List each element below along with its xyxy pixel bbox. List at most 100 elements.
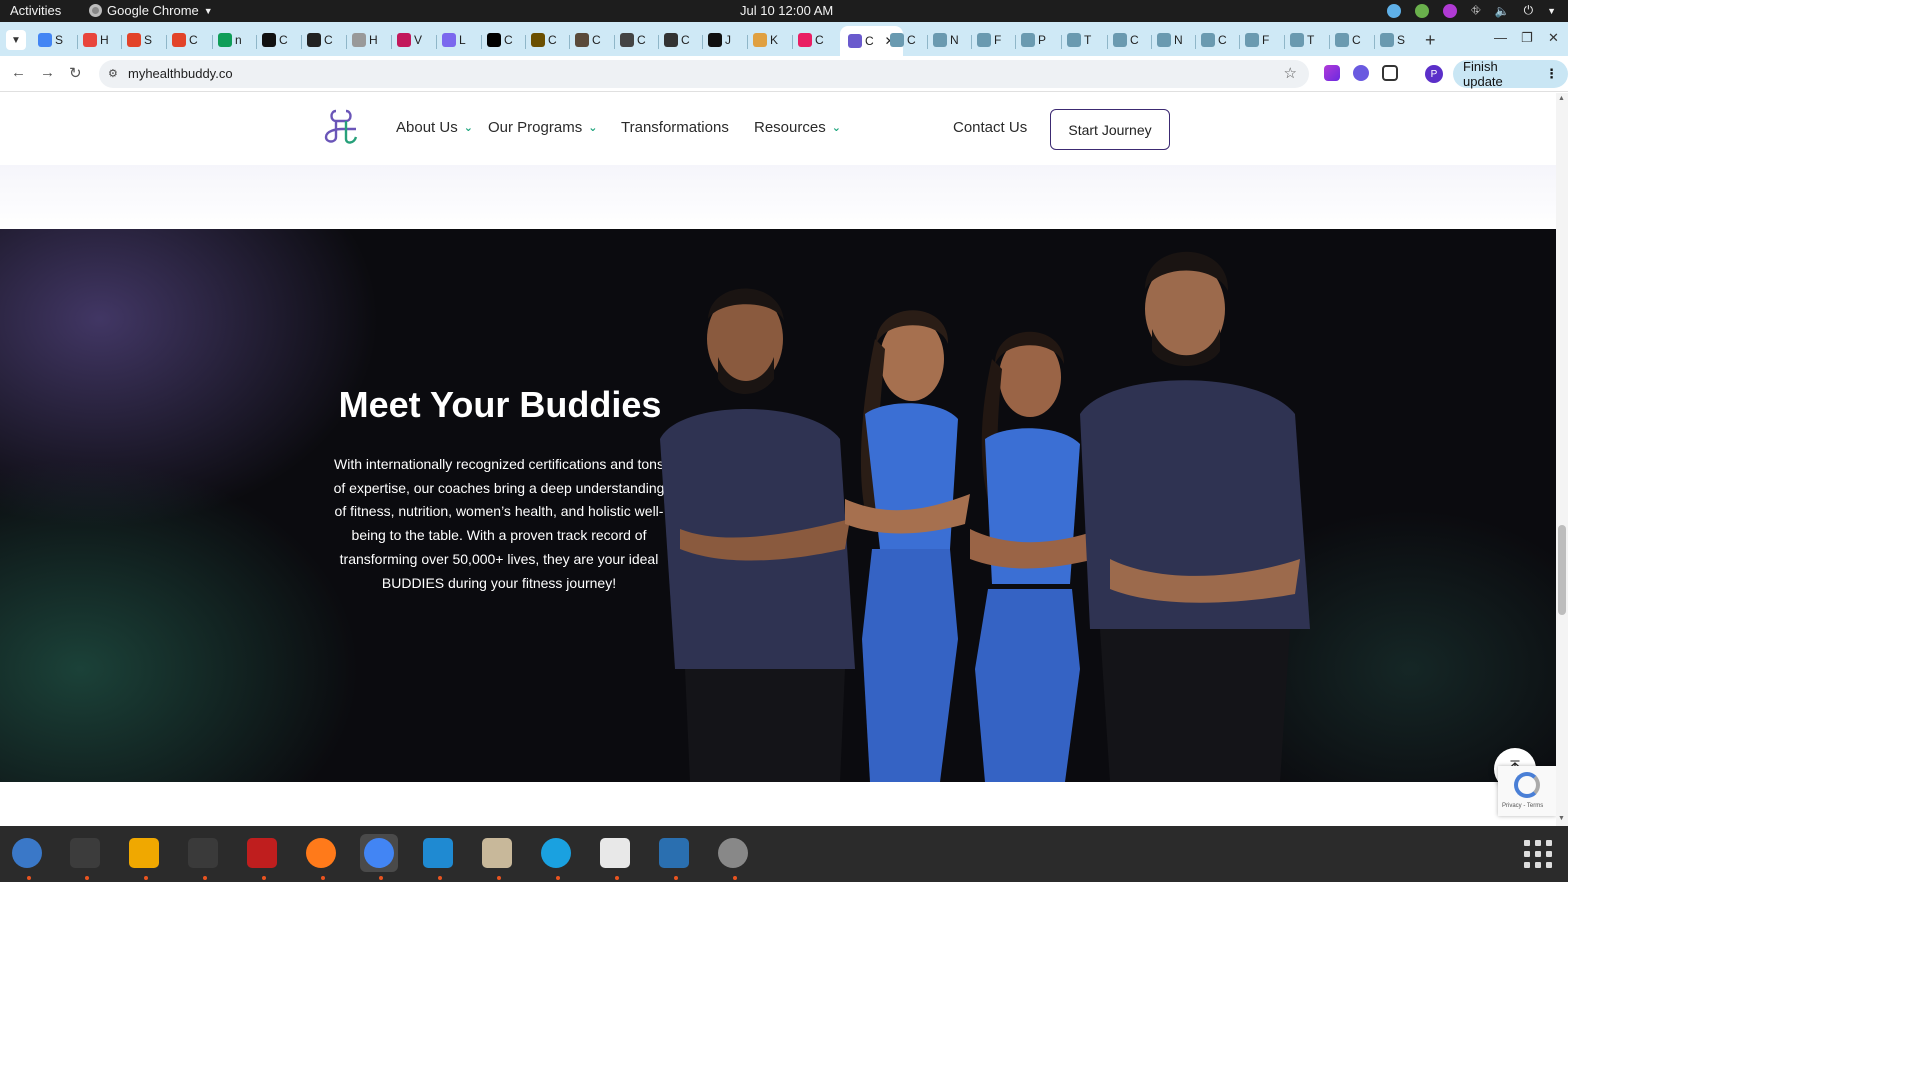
system-top-bar: Activities Google Chrome ▼ Jul 10 12:00 … (0, 0, 1568, 22)
tab-favicon-icon (397, 33, 411, 47)
browser-tab[interactable]: V (397, 28, 422, 52)
sync-icon[interactable] (1387, 3, 1402, 18)
browser-tab[interactable]: C (1201, 28, 1227, 52)
scroll-up-arrow[interactable]: ▲ (1558, 95, 1565, 102)
activities-button[interactable]: Activities (10, 3, 61, 18)
dock-thunderbird[interactable] (8, 834, 46, 872)
browser-tab[interactable]: C (172, 28, 198, 52)
chevron-down-icon[interactable]: ▼ (1547, 6, 1556, 16)
scrollbar-thumb[interactable] (1558, 525, 1566, 615)
maximize-button[interactable]: ❐ (1521, 30, 1533, 46)
browser-tab[interactable]: F (1245, 28, 1269, 52)
new-tab-button[interactable]: + (1425, 30, 1436, 51)
dock-terminal[interactable] (66, 834, 104, 872)
close-window-button[interactable]: ✕ (1548, 30, 1559, 46)
bookmark-star-icon[interactable]: ☆ (1284, 64, 1297, 82)
browser-tab[interactable]: L (442, 28, 466, 52)
tab-favicon-icon (1067, 33, 1081, 47)
forward-button[interactable]: → (40, 64, 55, 81)
tab-favicon-icon (977, 33, 991, 47)
nav-transformations[interactable]: Transformations (621, 119, 729, 136)
site-info-icon[interactable]: ⚙ (108, 67, 118, 80)
tab-separator (525, 35, 526, 49)
start-journey-button[interactable]: Start Journey (1050, 109, 1170, 150)
browser-tab[interactable]: K (753, 28, 778, 52)
browser-tab[interactable]: C (890, 28, 916, 52)
browser-tab[interactable]: H (352, 28, 378, 52)
system-tray[interactable]: ⛗ 🔈 ⏻ ▼ (1387, 3, 1556, 18)
tab-search-button[interactable]: ▼ (6, 30, 26, 50)
page-scrollbar[interactable]: ▲ ▼ (1556, 93, 1568, 826)
dock-files[interactable] (478, 834, 516, 872)
browser-tab[interactable]: C (262, 28, 288, 52)
app-menu[interactable]: Google Chrome ▼ (89, 3, 213, 18)
browser-tab[interactable]: C (798, 28, 824, 52)
browser-tab[interactable]: C (531, 28, 557, 52)
browser-tab[interactable]: T (1067, 28, 1091, 52)
editor-icon (600, 838, 630, 868)
address-bar[interactable]: ⚙ myhealthbuddy.co ☆ (99, 60, 1309, 88)
browser-tab[interactable]: T (1290, 28, 1314, 52)
url-text[interactable]: myhealthbuddy.co (128, 66, 233, 81)
nav-resources[interactable]: Resources ⌄ (754, 119, 841, 136)
reload-button[interactable]: ↻ (69, 64, 82, 82)
browser-tab[interactable]: C (1335, 28, 1361, 52)
nav-about[interactable]: About Us ⌄ (396, 119, 473, 136)
recaptcha-links[interactable]: Privacy - Terms (1502, 803, 1543, 809)
puzzle-extensions-icon[interactable] (1382, 65, 1398, 81)
scroll-down-arrow[interactable]: ▼ (1558, 815, 1565, 822)
show-apps-button[interactable] (1524, 840, 1552, 868)
pen-extension-icon[interactable] (1324, 65, 1340, 81)
check-icon[interactable] (1415, 3, 1430, 18)
recaptcha-badge[interactable]: Privacy - Terms (1498, 766, 1556, 816)
back-button[interactable]: ← (11, 64, 26, 81)
myhealthbuddy-logo[interactable] (320, 107, 362, 145)
firefox-icon (306, 838, 336, 868)
browser-tab[interactable]: P (1021, 28, 1046, 52)
browser-tab[interactable]: C (575, 28, 601, 52)
browser-tab[interactable]: C (1113, 28, 1139, 52)
browser-tab[interactable]: S (1380, 28, 1405, 52)
network-icon[interactable]: ⛗ (1471, 3, 1481, 18)
browser-tab[interactable]: C (620, 28, 646, 52)
dock-chrome[interactable] (360, 834, 398, 872)
dock-system-monitor[interactable] (184, 834, 222, 872)
browser-tab[interactable]: N (933, 28, 959, 52)
nav-resources-label: Resources (754, 119, 826, 136)
tab-favicon-icon (1335, 33, 1349, 47)
dock-calculator[interactable] (125, 834, 163, 872)
gear-extension-icon[interactable] (1353, 65, 1369, 81)
browser-tab[interactable]: S (127, 28, 152, 52)
browser-tab[interactable]: H (83, 28, 109, 52)
browser-tab[interactable]: N (1157, 28, 1183, 52)
dock-disc[interactable] (714, 834, 752, 872)
color-picker-icon[interactable] (1443, 3, 1458, 18)
volume-icon[interactable]: 🔈 (1495, 4, 1510, 18)
clock[interactable]: Jul 10 12:00 AM (740, 3, 833, 18)
browser-tab[interactable]: n (218, 28, 242, 52)
running-indicator (674, 876, 678, 880)
dock-document-viewer[interactable] (655, 834, 693, 872)
running-indicator (615, 876, 619, 880)
dock-vscode[interactable] (419, 834, 457, 872)
browser-tab[interactable]: S (38, 28, 63, 52)
dock-text-editor[interactable] (596, 834, 634, 872)
running-indicator (379, 876, 383, 880)
minimize-button[interactable]: — (1494, 30, 1507, 45)
dock-firefox[interactable] (302, 834, 340, 872)
nav-programs[interactable]: Our Programs ⌄ (488, 119, 597, 136)
power-icon[interactable]: ⏻ (1524, 3, 1534, 18)
browser-tab[interactable]: C (487, 28, 513, 52)
finish-update-button[interactable]: Finish update ⋮ (1453, 59, 1568, 89)
browser-tab[interactable]: C (664, 28, 690, 52)
profile-avatar[interactable]: P (1425, 65, 1443, 83)
nav-contact[interactable]: Contact Us (953, 119, 1027, 136)
tab-favicon-icon (753, 33, 767, 47)
browser-tab[interactable]: F (977, 28, 1001, 52)
browser-tab[interactable]: C (307, 28, 333, 52)
dock-filezilla[interactable] (243, 834, 281, 872)
chevron-down-icon: ⌄ (588, 122, 598, 134)
browser-tab[interactable]: J (708, 28, 731, 52)
tab-title: F (1262, 33, 1270, 47)
dock-skype[interactable] (537, 834, 575, 872)
